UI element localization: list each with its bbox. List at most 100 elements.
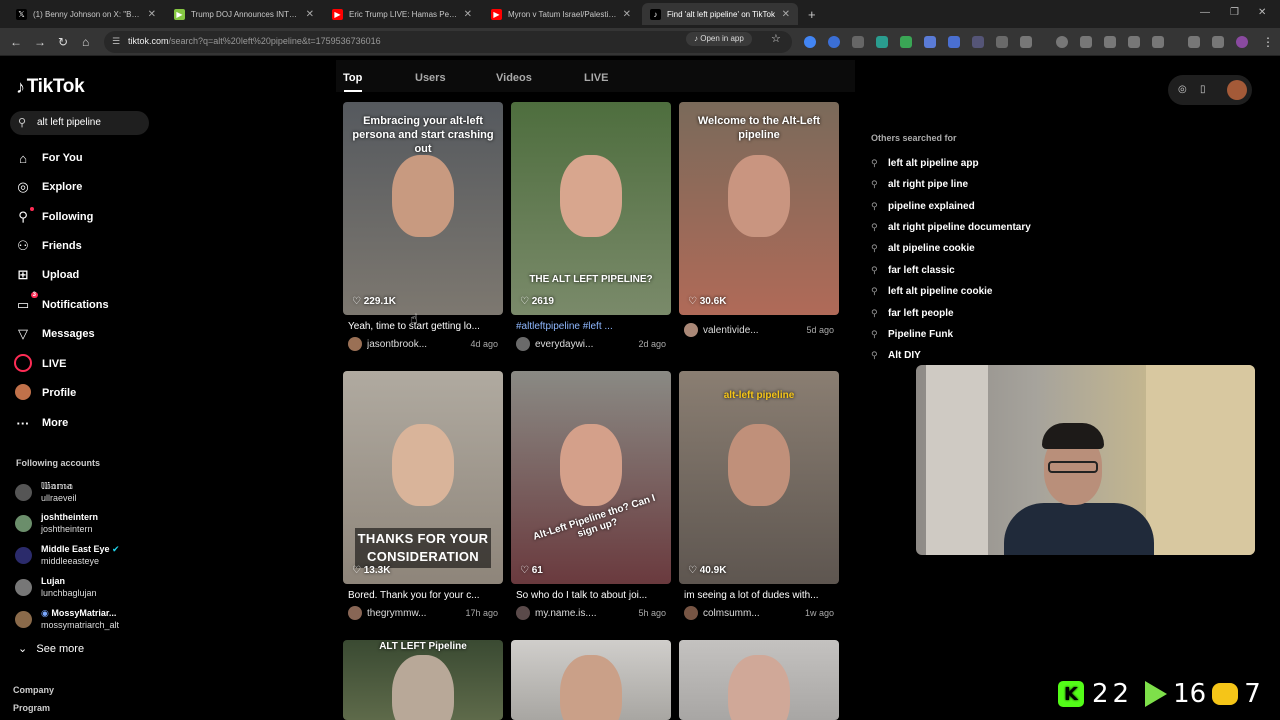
video-card[interactable]: Alt-Left Pipeline tho? Can I sign up? ♡ … [511,371,671,620]
video-username[interactable]: valentivide... [703,325,806,336]
sidebar-item-live[interactable]: LIVE [14,353,66,374]
sidebar-item-friends[interactable]: ⚇ Friends [14,236,82,256]
video-card[interactable] [679,640,839,720]
bookmark-star-icon[interactable]: ☆ [771,32,781,45]
suggestion-item[interactable]: ⚲ far left people [871,308,954,319]
video-thumbnail[interactable]: Embracing your alt-left persona and star… [343,102,503,315]
see-more-link[interactable]: ⌄ See more [18,642,84,655]
video-thumbnail[interactable]: Alt-Left Pipeline tho? Can I sign up? ♡ … [511,371,671,584]
video-username[interactable]: my.name.is.... [535,608,638,619]
sidebar-item-notifications[interactable]: ▭ 3 Notifications [14,292,109,315]
video-thumbnail[interactable]: THE ALT LEFT PIPELINE? ♡ 2619 [511,102,671,315]
close-icon[interactable]: ✕ [782,9,790,20]
avatar[interactable] [684,323,698,337]
minimize-icon[interactable]: — [1200,7,1210,18]
video-description[interactable]: Bored. Thank you for your c... [343,590,503,601]
window-close-icon[interactable]: ✕ [1258,7,1266,18]
video-card[interactable]: THE ALT LEFT PIPELINE? ♡ 2619 #altleftpi… [511,102,671,351]
download-icon[interactable] [1188,36,1200,48]
video-thumbnail[interactable] [679,640,839,720]
video-username[interactable]: jasontbrook... [367,339,470,350]
sidebar-item-messages[interactable]: ▽ Messages [14,324,95,344]
suggestion-item[interactable]: ⚲ alt pipeline cookie [871,243,975,254]
extension-icon[interactable] [924,36,936,48]
sidebar-item-following[interactable]: ⚲ Following [14,207,93,227]
browser-tab-active[interactable]: ♪ Find 'alt left pipeline' on TikTok ✕ [642,3,798,25]
avatar[interactable] [348,606,362,620]
profile-avatar-icon[interactable] [1236,36,1248,48]
suggestion-item[interactable]: ⚲ left alt pipeline app [871,158,979,169]
phone-icon[interactable]: ▯ [1200,84,1206,95]
profile-avatar-icon[interactable] [1227,80,1247,100]
extension-icon[interactable] [852,36,864,48]
video-thumbnail[interactable]: ALT LEFT Pipeline [343,640,503,720]
extension-icon[interactable] [876,36,888,48]
extension-icon[interactable] [948,36,960,48]
suggestion-item[interactable]: ⚲ left alt pipeline cookie [871,286,992,297]
footer-link-company[interactable]: Company [13,685,54,695]
code-icon[interactable] [1104,36,1116,48]
reading-list-icon[interactable] [1212,36,1224,48]
video-card[interactable]: ALT LEFT Pipeline [343,640,503,720]
back-icon[interactable]: ← [10,35,22,49]
search-input[interactable]: ⚲ alt left pipeline [10,111,149,135]
suggestion-item[interactable]: ⚲ pipeline explained [871,201,975,212]
video-card[interactable]: THANKS FOR YOUR CONSIDERATION ♡ 13.3K Bo… [343,371,503,620]
suggestion-item[interactable]: ⚲ far left classic [871,265,955,276]
avatar[interactable] [684,606,698,620]
avatar[interactable] [348,337,362,351]
extension-icon[interactable] [900,36,912,48]
following-account[interactable]: Lujan lunchbaglujan [15,575,97,599]
maximize-icon[interactable]: ❐ [1230,7,1239,18]
avatar[interactable] [516,337,530,351]
extension-icon[interactable] [804,36,816,48]
close-icon[interactable]: ✕ [464,9,472,20]
video-card[interactable]: Embracing your alt-left persona and star… [343,102,503,351]
browser-tab[interactable]: ▶ Eric Trump LIVE: Hamas Peace D ✕ [324,3,480,25]
video-username[interactable]: colmsumm... [703,608,805,619]
compass-icon[interactable]: ◎ [1178,84,1187,95]
reload-icon[interactable]: ↻ [58,35,68,49]
browser-tab[interactable]: 𝕏 (1) Benny Johnson on X: "BREAK ✕ [8,3,164,25]
extensions-puzzle-icon[interactable] [1020,36,1032,48]
extension-icon[interactable] [972,36,984,48]
new-tab-button[interactable]: + [800,3,820,25]
sidebar-item-more[interactable]: ··· More [14,413,69,433]
suggestion-item[interactable]: ⚲ Alt DIY [871,350,921,361]
browser-tab[interactable]: ▶ Trump DOJ Announces INTERVI ✕ [166,3,322,25]
video-thumbnail[interactable]: Welcome to the Alt-Left pipeline ♡ 30.6K [679,102,839,315]
sidebar-item-for-you[interactable]: ⌂ For You [14,148,82,168]
history-icon[interactable] [1056,36,1068,48]
video-username[interactable]: thegrymmw... [367,608,465,619]
tab-top[interactable]: Top [343,72,362,84]
footer-link-program[interactable]: Program [13,703,50,713]
video-description[interactable]: Yeah, time to start getting lo... [343,321,503,332]
forward-icon[interactable]: → [34,35,46,49]
tiktok-logo[interactable]: ♪ TikTok [16,76,85,98]
site-info-icon[interactable]: ☰ [112,36,120,47]
video-description[interactable]: #altleftpipeline #left ... [511,321,671,332]
suggestion-item[interactable]: ⚲ Pipeline Funk [871,329,953,340]
video-description[interactable]: im seeing a lot of dudes with... [679,590,839,601]
following-account[interactable]: 𝕝𝕝𝕚𝕒𝕞𝕒 ullraeveil [15,480,77,504]
avatar[interactable] [516,606,530,620]
tab-videos[interactable]: Videos [496,72,532,84]
sidebar-icon[interactable] [1128,36,1140,48]
open-in-app-button[interactable]: ♪ Open in app [686,32,752,46]
following-account[interactable]: joshtheintern joshtheintern [15,511,98,535]
sidebar-item-explore[interactable]: ◎ Explore [14,177,82,197]
video-username[interactable]: everydaywi... [535,339,638,350]
tab-live[interactable]: LIVE [584,72,608,84]
extension-icon[interactable] [828,36,840,48]
video-thumbnail[interactable]: THANKS FOR YOUR CONSIDERATION ♡ 13.3K [343,371,503,584]
screenshot-icon[interactable] [1152,36,1164,48]
video-card[interactable]: alt-left pipeline ♡ 40.9K im seeing a lo… [679,371,839,620]
extension-icon[interactable] [996,36,1008,48]
close-icon[interactable]: ✕ [623,9,631,20]
video-thumbnail[interactable] [511,640,671,720]
video-card[interactable]: Welcome to the Alt-Left pipeline ♡ 30.6K… [679,102,839,337]
extension-icon[interactable] [1080,36,1092,48]
tab-users[interactable]: Users [415,72,446,84]
video-thumbnail[interactable]: alt-left pipeline ♡ 40.9K [679,371,839,584]
sidebar-item-profile[interactable]: Profile [14,383,76,403]
